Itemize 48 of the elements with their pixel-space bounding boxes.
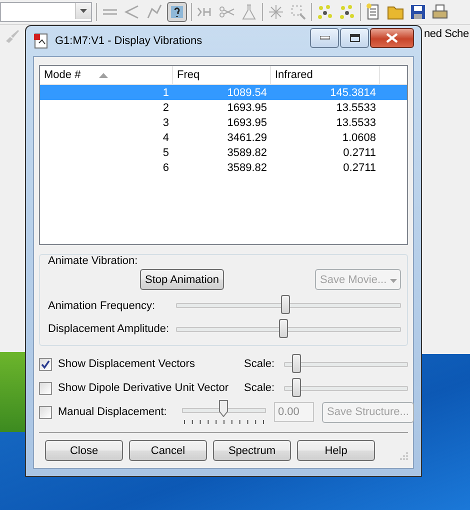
atoms-icon[interactable] xyxy=(316,3,334,21)
dialog-button[interactable]: Cancel xyxy=(129,440,207,461)
dropdown-arrow-icon xyxy=(390,278,397,282)
atoms-icon[interactable] xyxy=(338,3,356,21)
question-mark-icon[interactable] xyxy=(167,2,187,22)
checkbox[interactable] xyxy=(39,358,52,370)
slider-label: Animation Frequency: xyxy=(48,300,156,312)
dialog-button[interactable]: Close xyxy=(45,440,123,461)
maximize-button[interactable] xyxy=(340,28,369,48)
table-row[interactable]: 5 3589.82 0.2711 xyxy=(40,145,407,160)
slider-thumb[interactable] xyxy=(292,354,302,372)
dihedral-icon[interactable] xyxy=(145,3,163,21)
minimize-icon xyxy=(320,36,330,40)
option-label: Show Displacement Vectors xyxy=(58,358,196,370)
close-icon[interactable] xyxy=(370,28,414,48)
group-label: Animate Vibration: xyxy=(48,255,139,267)
save-icon[interactable] xyxy=(409,3,427,21)
molecule-document-icon xyxy=(33,33,49,49)
dialog-button[interactable]: Spectrum xyxy=(213,440,291,461)
option-label: Show Dipole Derivative Unit Vector xyxy=(58,382,230,394)
stop-animation-button[interactable]: Stop Animation xyxy=(140,269,224,290)
table-row[interactable]: 4 3461.29 1.0608 xyxy=(40,130,407,145)
checkbox[interactable] xyxy=(39,382,52,394)
combo-box[interactable] xyxy=(0,2,92,22)
sparkle-icon[interactable] xyxy=(267,3,285,21)
column-header[interactable]: Infrared xyxy=(271,66,380,84)
selection-icon[interactable] xyxy=(289,3,307,21)
column-header[interactable]: Freq xyxy=(173,66,271,84)
printer-icon[interactable] xyxy=(431,3,449,21)
angle-icon[interactable] xyxy=(123,3,141,21)
slider-label: Displacement Amplitude: xyxy=(48,323,170,336)
background-window-text: ned Sche xyxy=(424,28,469,40)
table-row[interactable]: 2 1693.95 13.5533 xyxy=(40,100,407,115)
maximize-icon xyxy=(350,34,360,42)
scale-label: Scale: xyxy=(244,358,276,370)
column-header[interactable]: Mode # xyxy=(40,66,173,84)
table-row[interactable]: 6 3589.82 0.2711 xyxy=(40,160,407,175)
slider-thumb[interactable] xyxy=(292,378,302,396)
slider-thumb[interactable] xyxy=(281,295,290,314)
scale-label: Scale: xyxy=(244,382,276,394)
window-title: G1:M7:V1 - Display Vibrations xyxy=(55,35,204,47)
table-row[interactable]: 3 1693.95 13.5533 xyxy=(40,115,407,130)
dialog-button[interactable]: Help xyxy=(297,440,375,461)
flask-icon[interactable] xyxy=(240,3,258,21)
slider-thumb[interactable] xyxy=(279,318,288,338)
option-label: Manual Displacement: xyxy=(58,406,168,418)
resize-grip-icon[interactable] xyxy=(400,452,408,460)
minimize-button[interactable] xyxy=(310,28,339,48)
